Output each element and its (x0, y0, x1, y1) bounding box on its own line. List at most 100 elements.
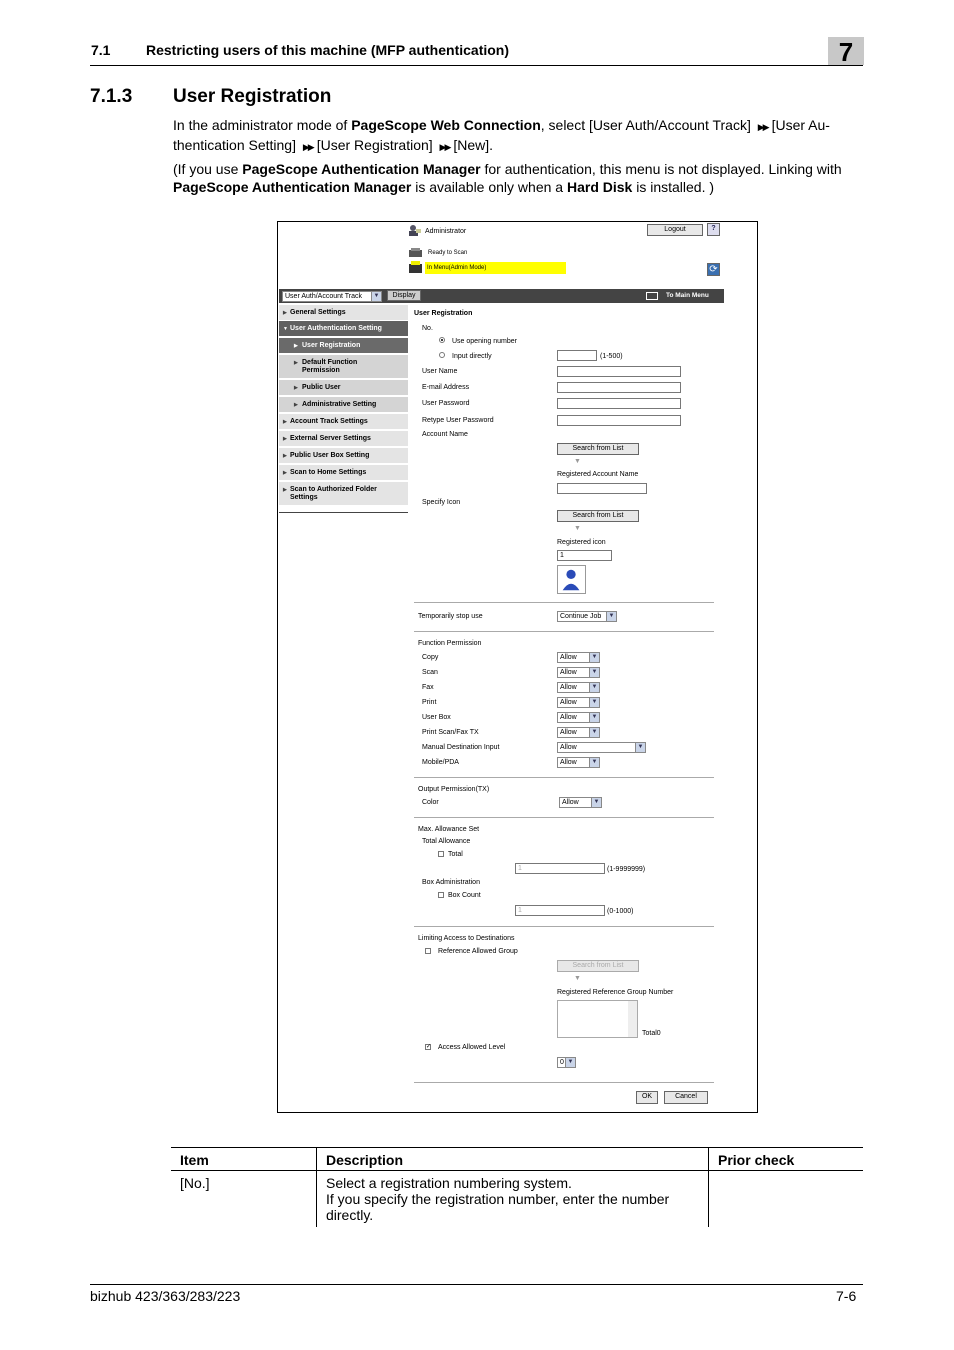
access-level-select[interactable]: 0 ▼ (557, 1057, 576, 1068)
web-connection-screenshot: Administrator Logout ? Ready to Scan In … (277, 221, 758, 1113)
refresh-icon[interactable]: ⟳ (707, 263, 720, 276)
menu-label: Public User (302, 384, 341, 391)
temp-stop-label: Temporarily stop use (418, 613, 483, 620)
text-run: In the administrator mode of (173, 117, 352, 133)
chapter-number: 7 (828, 37, 864, 67)
menu-public-user[interactable]: ▶ Public User (279, 380, 408, 396)
limiting-access-label: Limiting Access to Destinations (418, 935, 515, 942)
menu-label: Administrative Setting (302, 401, 377, 408)
status-ready: Ready to Scan (428, 250, 468, 256)
to-main-menu-link[interactable]: To Main Menu (666, 292, 709, 299)
function-select-mobile-pda[interactable]: Allow ▼ (557, 757, 600, 768)
chevron-down-icon: ▼ (606, 612, 616, 621)
triangle-right-icon: ▶ (283, 487, 287, 493)
menu-label: General Settings (290, 309, 346, 316)
nav-select[interactable]: User Auth/Account Track ▼ (282, 291, 382, 302)
menu-user-registration[interactable]: ▶ User Registration (279, 338, 408, 354)
text-run: PageScope Authentication Manager (173, 178, 412, 195)
menu-general-settings[interactable]: ▶ General Settings (279, 305, 408, 321)
arrow-icon: ▶▶ (302, 141, 315, 152)
temp-stop-select[interactable]: Continue Job ▼ (557, 611, 617, 622)
column-header-item: Item (171, 1147, 317, 1171)
function-select-copy[interactable]: Allow ▼ (557, 652, 600, 663)
box-count-checkbox[interactable] (438, 892, 444, 898)
function-select-manual-dest[interactable]: Allow ▼ (557, 742, 646, 753)
administrator-label: Administrator (425, 228, 467, 235)
help-icon[interactable]: ? (707, 223, 720, 236)
search-account-button[interactable]: Search from List (557, 443, 639, 455)
text-run: is installed. ) (632, 178, 715, 195)
function-select-user-box[interactable]: Allow ▼ (557, 712, 600, 723)
select-value: Allow (560, 669, 577, 676)
menu-account-track-settings[interactable]: ▶ Account Track Settings (279, 414, 408, 430)
intro-paragraph: In the administrator mode of PageScope W… (173, 117, 863, 156)
total0-label: Total0 (642, 1030, 661, 1037)
menu-user-auth-setting[interactable]: ▼ User Authentication Setting (279, 321, 408, 337)
triangle-right-icon: ▶ (283, 310, 287, 316)
arrow-icon: ▶▶ (757, 122, 770, 132)
menu-scan-to-home-settings[interactable]: ▶ Scan to Home Settings (279, 465, 408, 481)
ref-allowed-group-checkbox[interactable] (425, 948, 431, 954)
scanner-icon (409, 248, 422, 257)
item-description-table: Item Description Prior check [No.] Selec… (171, 1147, 863, 1227)
ok-button[interactable]: OK (636, 1091, 658, 1104)
search-icon-button[interactable]: Search from List (557, 510, 639, 522)
function-select-fax[interactable]: Allow ▼ (557, 682, 600, 693)
scrollbar[interactable] (628, 1001, 637, 1037)
text-run: is available only when a (411, 178, 567, 195)
input-directly-radio[interactable] (439, 352, 445, 358)
chevron-down-icon: ▼ (589, 713, 599, 722)
nav-select-value: User Auth/Account Track (285, 293, 363, 300)
function-label-print-scan-fax: Print Scan/Fax TX (422, 729, 479, 736)
search-group-button[interactable]: Search from List (557, 960, 639, 972)
email-field[interactable] (557, 382, 681, 393)
footer-rule (90, 1284, 863, 1285)
box-admin-label: Box Administration (422, 879, 480, 886)
registered-group-list[interactable] (557, 1000, 638, 1038)
select-value: Allow (560, 654, 577, 661)
function-select-scan[interactable]: Allow ▼ (557, 667, 600, 678)
user-name-field[interactable] (557, 366, 681, 377)
menu-label: Default Function Permission (302, 359, 358, 374)
registered-group-label: Registered Reference Group Number (557, 989, 674, 996)
total-field[interactable]: 1 (515, 863, 605, 874)
cancel-button[interactable]: Cancel (664, 1091, 708, 1104)
menu-scan-to-authorized-folder[interactable]: ▶ Scan to Authorized Folder Settings (279, 482, 408, 506)
menu-label: Account Track Settings (290, 418, 368, 425)
menu-administrative-setting[interactable]: ▶ Administrative Setting (279, 397, 408, 413)
description-line: If you specify the registration number, … (326, 1191, 670, 1223)
function-select-print-scan-fax[interactable]: Allow ▼ (557, 727, 600, 738)
function-permission-label: Function Permission (418, 640, 482, 647)
column-header-description: Description (316, 1147, 709, 1171)
chevron-down-icon: ▼ (635, 743, 645, 752)
status-mode: In Menu(Admin Mode) (425, 262, 566, 274)
select-value: Allow (560, 744, 577, 751)
use-opening-radio[interactable] (439, 337, 445, 343)
divider (414, 777, 714, 778)
text-run: for authentication, this menu is not dis… (480, 161, 842, 177)
access-level-checkbox[interactable]: ✓ (425, 1044, 431, 1050)
menu-external-server-settings[interactable]: ▶ External Server Settings (279, 431, 408, 447)
menu-default-function-permission[interactable]: ▶ Default Function Permission (279, 355, 408, 379)
registered-account-field[interactable] (557, 483, 647, 494)
function-label-fax: Fax (422, 684, 434, 691)
function-label-manual-dest: Manual Destination Input (422, 744, 500, 751)
menu-label: User Authentication Setting (290, 325, 382, 332)
footer-model: bizhub 423/363/283/223 (90, 1288, 241, 1304)
arrow-down-icon: ▼ (574, 525, 581, 532)
user-password-field[interactable] (557, 398, 681, 409)
total-checkbox[interactable] (438, 851, 444, 857)
ref-allowed-group-label: Reference Allowed Group (438, 948, 518, 955)
function-select-print[interactable]: Allow ▼ (557, 697, 600, 708)
menu-public-user-box-setting[interactable]: ▶ Public User Box Setting (279, 448, 408, 464)
logout-button[interactable]: Logout (647, 224, 703, 236)
color-select[interactable]: Allow ▼ (559, 797, 602, 808)
box-count-range: (0-1000) (607, 908, 634, 915)
cell-prior-check (709, 1171, 864, 1228)
retype-password-field[interactable] (557, 415, 681, 426)
select-value: Continue Job (560, 613, 602, 620)
number-input[interactable] (557, 350, 597, 361)
registered-icon-field[interactable]: 1 (557, 550, 612, 561)
display-button[interactable]: Display (387, 290, 421, 301)
box-count-field[interactable]: 1 (515, 905, 605, 916)
